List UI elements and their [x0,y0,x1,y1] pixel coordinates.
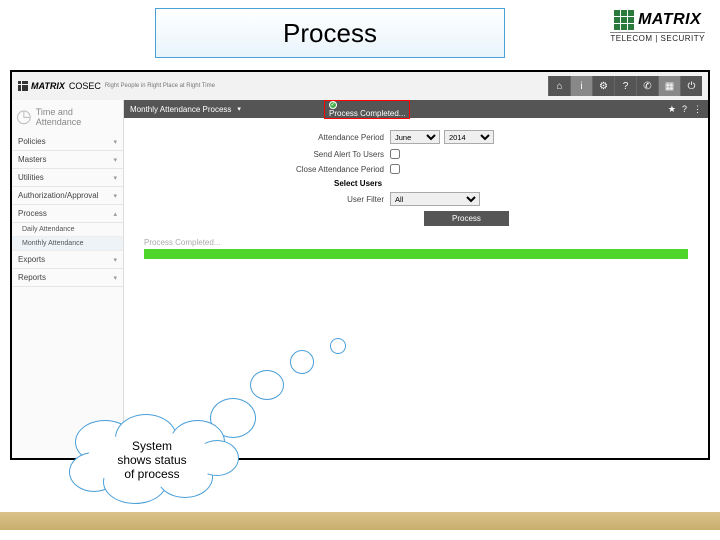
sidebar-item-masters[interactable]: Masters▾ [12,151,123,169]
star-icon[interactable]: ★ [668,104,676,115]
app-topbar: MATRIX COSEC Right People in Right Place… [12,72,708,100]
app-frame: MATRIX COSEC Right People in Right Place… [10,70,710,460]
sidebar: ◷ Time and Attendance Policies▾ Masters▾… [12,100,124,458]
tagline: Right People in Right Place at Right Tim… [105,83,215,89]
page-title: Monthly Attendance Process [130,105,231,114]
grid-icon[interactable]: ▦ [658,76,680,96]
sub-daily[interactable]: Daily Attendance [12,223,123,237]
callout-bubble [250,370,284,400]
help-icon[interactable]: ? [682,104,687,115]
module-header: ◷ Time and Attendance [12,100,123,133]
sub-monthly[interactable]: Monthly Attendance [12,237,123,251]
sidebar-item-process[interactable]: Process▴ [12,205,123,223]
select-users-heading: Select Users [334,179,688,188]
status-text: Process Completed... [329,109,405,118]
slide-title: Process [155,8,505,58]
brand-logo: MATRIX TELECOM | SECURITY [610,10,705,43]
sidebar-item-reports[interactable]: Reports▾ [12,269,123,287]
footer-bar [0,512,720,530]
app-logo: MATRIX [18,81,65,91]
home-icon[interactable]: ⌂ [548,76,570,96]
filter-label: User Filter [254,195,384,204]
process-button[interactable]: Process [424,211,509,226]
close-label: Close Attendance Period [254,165,384,174]
chevron-down-icon[interactable]: ▾ [237,105,241,113]
filter-select[interactable]: All [390,192,480,206]
question-icon[interactable]: ? [614,76,636,96]
product-name: COSEC [69,81,101,91]
info-icon[interactable]: i [570,76,592,96]
main-bar: Monthly Attendance Process ▾ ✓ Process C… [124,100,708,118]
progress-bar [144,249,688,259]
check-icon: ✓ [329,101,337,109]
callout-text: System shows status of process [87,432,217,487]
form: Attendance Period June 2014 Send Alert T… [124,118,708,230]
process-complete-label: Process Completed... [144,238,708,247]
power-icon[interactable]: ⏻ [680,76,702,96]
gear-icon[interactable]: ⚙ [592,76,614,96]
phone-icon[interactable]: ✆ [636,76,658,96]
period-label: Attendance Period [254,133,384,142]
sidebar-item-exports[interactable]: Exports▾ [12,251,123,269]
sidebar-item-policies[interactable]: Policies▾ [12,133,123,151]
clock-icon: ◷ [16,106,32,127]
sidebar-item-approval[interactable]: Authorization/Approval▾ [12,187,123,205]
main-panel: Monthly Attendance Process ▾ ✓ Process C… [124,100,708,458]
close-checkbox[interactable] [390,164,400,174]
callout-bubble [290,350,314,374]
year-select[interactable]: 2014 [444,130,494,144]
callout-cloud: System shows status of process [75,420,230,500]
menu-icon[interactable]: ⋮ [693,104,702,115]
callout-bubble [330,338,346,354]
sidebar-item-utilities[interactable]: Utilities▾ [12,169,123,187]
month-select[interactable]: June [390,130,440,144]
alert-checkbox[interactable] [390,149,400,159]
alert-label: Send Alert To Users [254,150,384,159]
